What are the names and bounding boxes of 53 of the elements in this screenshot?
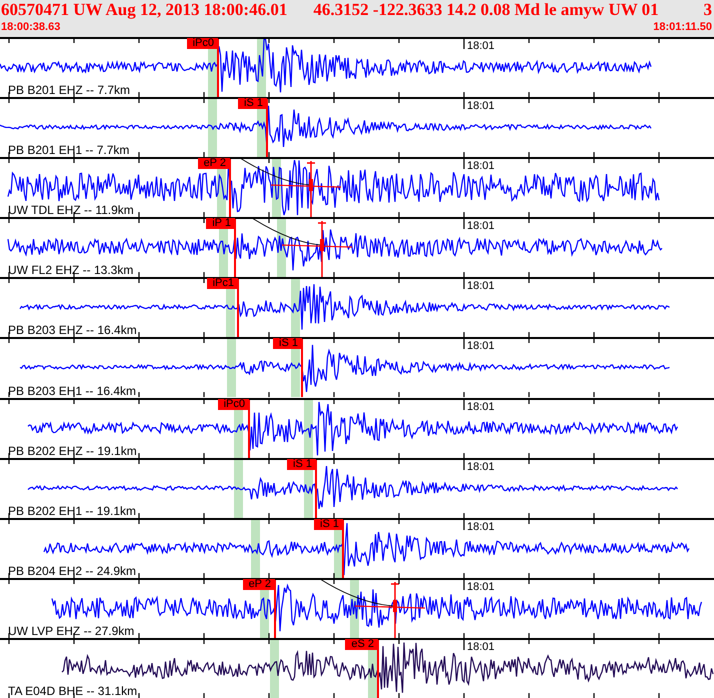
pick-line	[301, 337, 303, 398]
pick-line	[229, 157, 231, 218]
pick-window-band	[304, 398, 313, 458]
pick-line	[315, 458, 317, 518]
time-label: 18:01	[467, 520, 495, 533]
pick-label[interactable]: iS 1	[287, 458, 316, 470]
pick-window-band	[251, 518, 260, 578]
pick-label[interactable]: iPc1	[206, 278, 238, 290]
station-label: PB B201 EH1 -- 7.7km	[8, 144, 130, 158]
pick-label[interactable]: iPc0	[218, 398, 249, 410]
time-label: 18:01	[467, 460, 495, 473]
event-solution: 46.3152 -122.3633 14.2 0.08 Md le amyw UW 01	[313, 0, 659, 20]
pick-window-band	[270, 638, 279, 698]
pick-line	[248, 398, 250, 458]
pick-label[interactable]: eP 2	[198, 158, 230, 170]
time-label: 18:01	[467, 340, 495, 352]
time-label: 18:01	[467, 580, 495, 593]
time-label: 18:01	[467, 160, 495, 172]
time-label: 18:01	[467, 100, 495, 112]
time-label: 18:01	[467, 280, 495, 292]
time-label: 18:01	[467, 640, 495, 653]
pick-label[interactable]: iP 1	[206, 218, 235, 230]
end-time-label: 18:01:11.50	[653, 20, 712, 34]
pick-label[interactable]: eS 2	[345, 638, 378, 650]
pick-line	[266, 97, 268, 158]
pick-label[interactable]: iS 1	[314, 518, 343, 530]
time-label: 18:01	[467, 400, 495, 413]
pick-label[interactable]: eP 2	[242, 578, 275, 590]
pick-line	[342, 518, 344, 578]
time-label: 18:01	[467, 220, 495, 232]
station-label: TA E04D BHE -- 31.1km	[8, 685, 138, 698]
station-label: PB B203 EH1 -- 16.4km	[8, 384, 136, 398]
event-count: 3	[704, 0, 713, 20]
pick-line	[274, 578, 276, 638]
pick-label[interactable]: iS 1	[238, 98, 267, 110]
station-label: PB B204 EH2 -- 24.9km	[8, 564, 136, 578]
event-title: 60570471 UW Aug 12, 2013 18:00:46.01	[1, 0, 288, 20]
station-label: PB B202 EH1 -- 19.1km	[8, 504, 136, 518]
pick-label[interactable]: iS 1	[273, 338, 302, 350]
pick-line	[377, 638, 379, 698]
station-label: UW TDL EHZ -- 11.9km	[8, 204, 134, 218]
station-label: PB B201 EHZ -- 7.7km	[8, 84, 130, 98]
station-label: UW LVP EHZ -- 27.9km	[8, 624, 134, 638]
pick-window-band	[227, 337, 236, 398]
pick-line	[217, 37, 219, 98]
start-time-label: 18:00:38.63	[1, 20, 60, 34]
pick-label[interactable]: iPc0	[186, 38, 218, 49]
pick-window-band	[208, 97, 217, 158]
pick-window-band	[234, 458, 243, 518]
station-label: PB B203 EHZ -- 16.4km	[8, 324, 137, 338]
time-label: 18:01	[467, 40, 495, 52]
station-label: PB B202 EHZ -- 19.1km	[8, 444, 137, 458]
station-label: UW FL2 EHZ -- 13.3km	[8, 264, 134, 278]
